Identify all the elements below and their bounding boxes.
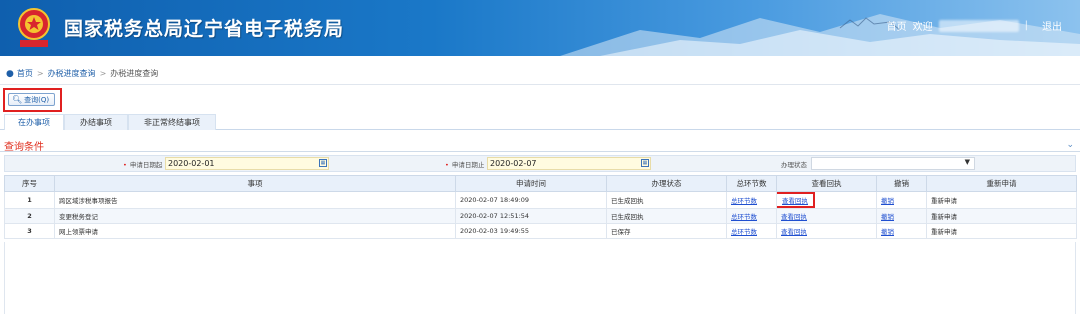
status-select[interactable]: ▼ <box>811 157 975 170</box>
row-number: 1 <box>4 191 55 209</box>
row-apply-time: 2020-02-07 12:51:54 <box>455 208 607 224</box>
row-item: 跨区域涉税事项报告 <box>54 191 456 209</box>
breadcrumb-home[interactable]: 首页 <box>17 68 33 79</box>
query-button-label: 查询(Q) <box>24 95 50 104</box>
row-status: 已保存 <box>606 223 727 239</box>
progress-table: 序号 事项 申请时间 办理状态 总环节数 查看回执 撤销 重新申请 1 跨区域涉… <box>4 175 1077 239</box>
end-date-label: • 申请日期止 <box>445 161 485 169</box>
table-empty-area <box>4 242 1076 314</box>
view-receipt-link[interactable]: 查看回执 <box>782 197 808 205</box>
reapply-text: 重新申请 <box>926 208 1077 224</box>
total-steps-link[interactable]: 总环节数 <box>731 197 757 205</box>
reapply-text: 重新申请 <box>926 223 1077 239</box>
table-row[interactable]: 1 跨区域涉税事项报告 2020-02-07 18:49:09 已生成回执 总环… <box>4 191 1077 209</box>
end-date-field[interactable]: 2020-02-07 <box>487 157 651 170</box>
username-redacted <box>938 19 1019 32</box>
table-row[interactable]: 2 变更税务登记 2020-02-07 12:51:54 已生成回执 总环节数 … <box>4 208 1077 224</box>
chevron-down-icon[interactable]: ⌄ <box>1066 140 1074 150</box>
divider <box>0 151 1080 152</box>
start-date-label: • 申请日期起 <box>123 161 163 169</box>
cancel-link[interactable]: 撤销 <box>881 228 894 236</box>
query-button[interactable]: 🔍︎ 查询(Q) <box>8 93 55 106</box>
tab-abnormal-terminated[interactable]: 非正常终结事项 <box>128 114 216 130</box>
reapply-text: 重新申请 <box>926 191 1077 209</box>
link-divider: | <box>1024 20 1028 31</box>
tab-completed[interactable]: 办结事项 <box>64 114 128 130</box>
tab-in-progress[interactable]: 在办事项 <box>4 114 64 130</box>
row-number: 3 <box>4 223 55 239</box>
tab-bar: 在办事项 办结事项 非正常终结事项 <box>0 114 1080 130</box>
row-apply-time: 2020-02-03 19:49:55 <box>455 223 607 239</box>
receipt-link-highlight: 查看回执 <box>777 192 815 208</box>
row-item: 网上领票申请 <box>54 223 456 239</box>
column-header: 申请时间 <box>455 175 607 192</box>
view-receipt-link[interactable]: 查看回执 <box>781 213 807 221</box>
divider <box>0 84 1080 85</box>
search-icon: 🔍︎ <box>12 95 23 104</box>
location-pin-icon: ● <box>6 68 14 79</box>
row-apply-time: 2020-02-07 18:49:09 <box>455 191 607 209</box>
row-status: 已生成回执 <box>606 191 727 209</box>
column-header: 总环节数 <box>726 175 777 192</box>
welcome-text: 欢迎 <box>912 22 933 33</box>
breadcrumb: ● 首页 > 办税进度查询 > 办税进度查询 <box>6 68 158 79</box>
site-title: 国家税务总局辽宁省电子税务局 <box>64 18 345 40</box>
logout-link[interactable]: 退出 <box>1042 18 1062 33</box>
total-steps-link[interactable]: 总环节数 <box>731 228 757 236</box>
status-label: 办理状态 <box>781 161 807 169</box>
calendar-icon[interactable]: ▦ <box>319 159 327 167</box>
column-header: 办理状态 <box>606 175 727 192</box>
total-steps-link[interactable]: 总环节数 <box>731 213 757 221</box>
tax-emblem-icon <box>18 8 50 47</box>
table-header-row: 序号 事项 申请时间 办理状态 总环节数 查看回执 撤销 重新申请 <box>4 175 1077 192</box>
breadcrumb-progress-query[interactable]: 办税进度查询 <box>48 68 96 79</box>
start-date-field[interactable]: 2020-02-01 <box>165 157 329 170</box>
breadcrumb-current: 办税进度查询 <box>110 69 159 78</box>
cancel-link[interactable]: 撤销 <box>881 213 894 221</box>
column-header: 重新申请 <box>926 175 1077 192</box>
row-number: 2 <box>4 208 55 224</box>
cancel-link[interactable]: 撤销 <box>881 197 894 205</box>
site-header: 国家税务总局辽宁省电子税务局 首页 欢迎 | 退出 <box>0 0 1080 56</box>
view-receipt-link[interactable]: 查看回执 <box>781 228 807 236</box>
filter-row: • 申请日期起 2020-02-01 ▦ • 申请日期止 2020-02-07 ▦ … <box>4 155 1076 172</box>
column-header: 序号 <box>4 175 55 192</box>
dropdown-arrow-icon: ▼ <box>964 158 970 166</box>
breadcrumb-separator-icon: > <box>99 69 107 78</box>
column-header: 查看回执 <box>776 175 877 192</box>
column-header: 撤销 <box>876 175 927 192</box>
home-link[interactable]: 首页 <box>887 18 907 33</box>
table-row[interactable]: 3 网上领票申请 2020-02-03 19:49:55 已保存 总环节数 查看… <box>4 223 1077 239</box>
breadcrumb-separator-icon: > <box>36 69 44 78</box>
column-header: 事项 <box>54 175 456 192</box>
top-nav-links: 首页 欢迎 | 退出 <box>881 18 1062 33</box>
query-button-highlight: 🔍︎ 查询(Q) <box>3 88 62 112</box>
calendar-icon[interactable]: ▦ <box>641 159 649 167</box>
row-status: 已生成回执 <box>606 208 727 224</box>
row-item: 变更税务登记 <box>54 208 456 224</box>
